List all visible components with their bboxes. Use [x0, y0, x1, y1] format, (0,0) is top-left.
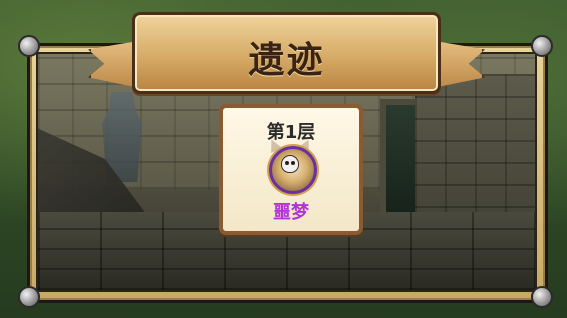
skull-eye-right	[291, 161, 295, 165]
floor-select-card[interactable]: 第1层 噩梦	[219, 104, 363, 235]
skull-eye-left	[285, 161, 289, 165]
title-banner: 遗迹	[132, 12, 441, 94]
skull-icon	[281, 155, 299, 173]
corner-rivet-icon	[531, 286, 553, 308]
corner-rivet-icon	[531, 35, 553, 57]
page-title: 遗迹	[248, 40, 325, 81]
corner-rivet-icon	[18, 35, 40, 57]
difficulty-label: 噩梦	[273, 202, 309, 223]
floor-label: 第1层	[266, 122, 316, 143]
corner-rivet-icon	[18, 286, 40, 308]
